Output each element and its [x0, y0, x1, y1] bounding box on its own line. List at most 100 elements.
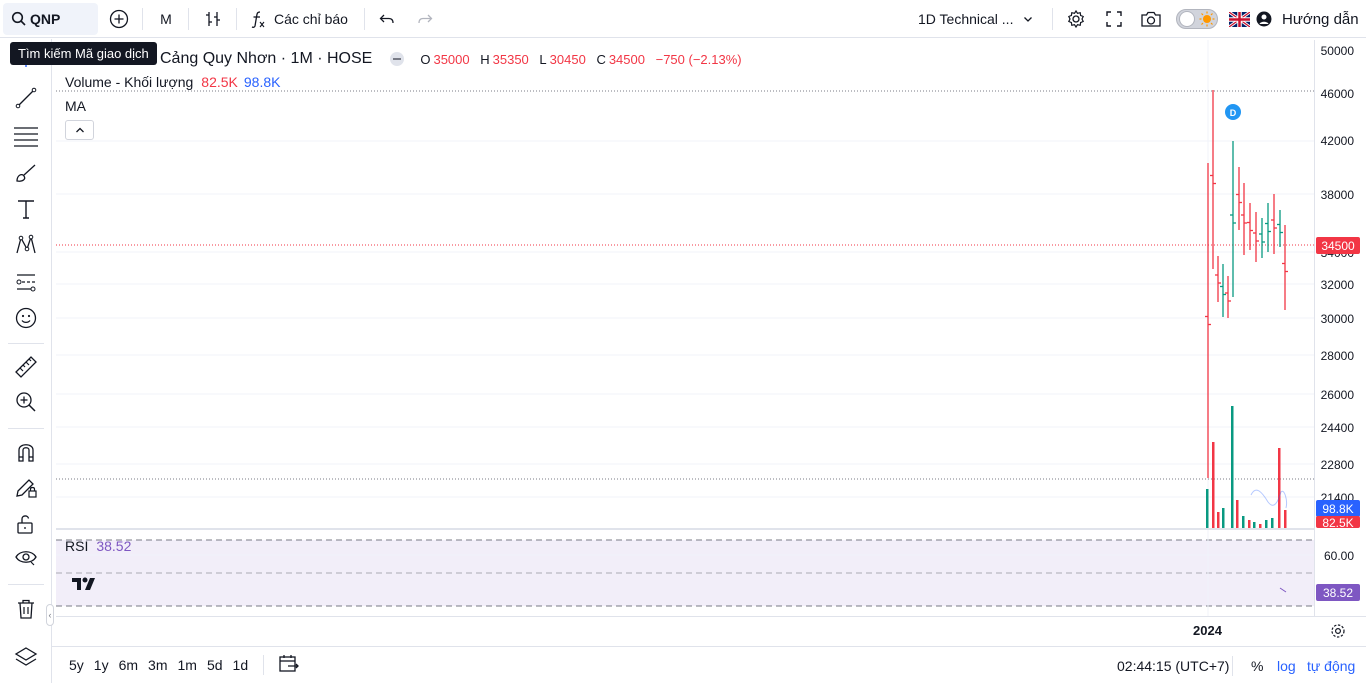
volume-legend[interactable]: Volume - Khối lượng 82.5K 98.8K [65, 74, 280, 90]
volume-price-label: 82.5K [1316, 516, 1360, 528]
smiley-icon [15, 307, 37, 329]
indicators-label: Các chỉ báo [274, 11, 348, 27]
clock[interactable]: 02:44:15 (UTC+7) [1117, 647, 1229, 683]
range-button-1d[interactable]: 1d [228, 657, 254, 673]
forecast-tool[interactable] [13, 269, 39, 295]
chart-type-button[interactable] [200, 0, 226, 38]
symbol-title[interactable]: Cảng Quy Nhơn · 1M · HOSE [160, 50, 372, 68]
pattern-icon [16, 234, 36, 254]
emoji-tool[interactable] [13, 305, 39, 331]
ma-label: MA [65, 98, 86, 114]
help-button[interactable]: Hướng dẫn [1256, 0, 1364, 38]
language-flag-button[interactable] [1229, 0, 1251, 38]
fullscreen-icon [1106, 11, 1122, 27]
magnet-icon [18, 444, 34, 462]
price-tick: 46000 [1320, 87, 1354, 101]
rsi-label: RSI [65, 538, 89, 554]
auto-scale-button[interactable]: tự động [1307, 647, 1355, 683]
price-axis[interactable]: 5000046000420003800034000320003000028000… [1314, 40, 1366, 616]
stay-in-drawing-mode-tool[interactable] [13, 474, 39, 500]
ohlc-values: O 35000 H 35350 L 30450 C 34500 −750 (−2.13%… [420, 51, 742, 67]
rsi-value: 38.52 [96, 538, 132, 554]
function-icon [251, 11, 265, 28]
price-tick: 26000 [1320, 388, 1354, 402]
rsi-band [56, 540, 1314, 606]
top-toolbar: QNP M Các chỉ báo 1D Technical ... Hướng… [0, 0, 1366, 38]
price-tick: 30000 [1320, 312, 1354, 326]
brush-icon [16, 164, 36, 182]
compare-symbol-button[interactable] [106, 0, 132, 38]
user-icon [1256, 11, 1272, 27]
redo-button[interactable] [412, 0, 438, 38]
fullscreen-button[interactable] [1102, 0, 1126, 38]
layout-dropdown[interactable]: 1D Technical ... [918, 0, 1048, 38]
main-chart-pane[interactable]: D Cảng Quy Nhơn · 1M · HOSE O 35000 H 3535… [56, 40, 1314, 528]
text-tool[interactable] [13, 196, 39, 222]
volume-bars [1206, 406, 1287, 528]
interval-button[interactable]: M [152, 0, 180, 38]
measure-tool[interactable] [13, 354, 39, 380]
remove-drawings-tool[interactable] [13, 596, 39, 622]
trend-line-tool[interactable] [13, 85, 39, 111]
screenshot-button[interactable] [1138, 0, 1164, 38]
pencil-lock-icon [16, 479, 37, 498]
range-button-5y[interactable]: 5y [64, 657, 89, 673]
percent-scale-button[interactable]: % [1251, 647, 1263, 683]
volume-bar [1217, 512, 1220, 528]
camera-icon [1141, 11, 1161, 27]
hide-drawings-tool[interactable] [13, 544, 39, 570]
fib-tool[interactable] [13, 123, 39, 149]
rsi-pane[interactable]: RSI 38.52 [56, 530, 1314, 616]
range-button-1m[interactable]: 1m [173, 657, 202, 673]
tradingview-logo[interactable] [70, 576, 100, 595]
pattern-tool[interactable] [13, 232, 39, 258]
gear-icon [1067, 9, 1085, 29]
theme-toggle[interactable] [1176, 0, 1220, 38]
settings-button[interactable] [1064, 0, 1088, 38]
ruler-icon [15, 356, 37, 378]
brush-tool[interactable] [13, 160, 39, 186]
time-axis[interactable]: 2024 [56, 616, 1366, 646]
plus-circle-icon [109, 9, 129, 29]
undo-button[interactable] [374, 0, 400, 38]
symbol-text: QNP [30, 11, 61, 27]
time-label-2024: 2024 [1193, 623, 1222, 638]
price-tick: 42000 [1320, 134, 1354, 148]
ma-legend[interactable]: MA [65, 98, 86, 114]
collapse-toolbar-button[interactable]: ‹ [46, 604, 54, 626]
range-button-3m[interactable]: 3m [143, 657, 172, 673]
bottom-toolbar: 5y 1y 6m 3m 1m 5d 1d 02:44:15 (UTC+7) % log tự… [52, 646, 1366, 683]
rsi-legend[interactable]: RSI 38.52 [65, 538, 131, 554]
help-label: Hướng dẫn [1282, 10, 1359, 28]
range-button-1y[interactable]: 1y [89, 657, 114, 673]
symbol-search-tooltip: Tìm kiếm Mã giao dịch [10, 42, 157, 65]
symbol-search-button[interactable]: QNP [3, 3, 98, 35]
zoom-in-icon [16, 392, 36, 412]
magnet-tool[interactable] [13, 439, 39, 465]
volume-bar [1222, 508, 1225, 528]
range-button-5d[interactable]: 5d [202, 657, 228, 673]
bars-chart-icon [206, 12, 220, 26]
axis-settings-button[interactable] [1330, 623, 1348, 641]
volume-bar [1242, 516, 1245, 528]
lock-drawings-tool[interactable] [13, 511, 39, 537]
price-tick: 22800 [1320, 458, 1354, 472]
grid-lines [56, 40, 1314, 528]
collapse-legend-button[interactable] [65, 120, 94, 140]
zoom-in-tool[interactable] [13, 389, 39, 415]
indicators-button[interactable]: Các chỉ báo [248, 0, 358, 38]
object-tree-tool[interactable] [13, 644, 39, 670]
range-button-6m[interactable]: 6m [114, 657, 143, 673]
eye-icon [15, 551, 37, 566]
tradingview-logo-icon [72, 577, 95, 590]
gear-icon [1331, 624, 1345, 638]
redo-icon [418, 14, 433, 24]
volume-ma-price-label: 98.8K [1316, 500, 1360, 517]
log-scale-button[interactable]: log [1277, 647, 1296, 683]
date-range-button[interactable] [278, 654, 300, 677]
price-tick: 28000 [1320, 349, 1354, 363]
volume-bar [1231, 406, 1234, 528]
calendar-range-icon [279, 654, 300, 672]
volume-bar [1278, 448, 1281, 528]
volume-bar [1265, 520, 1268, 528]
